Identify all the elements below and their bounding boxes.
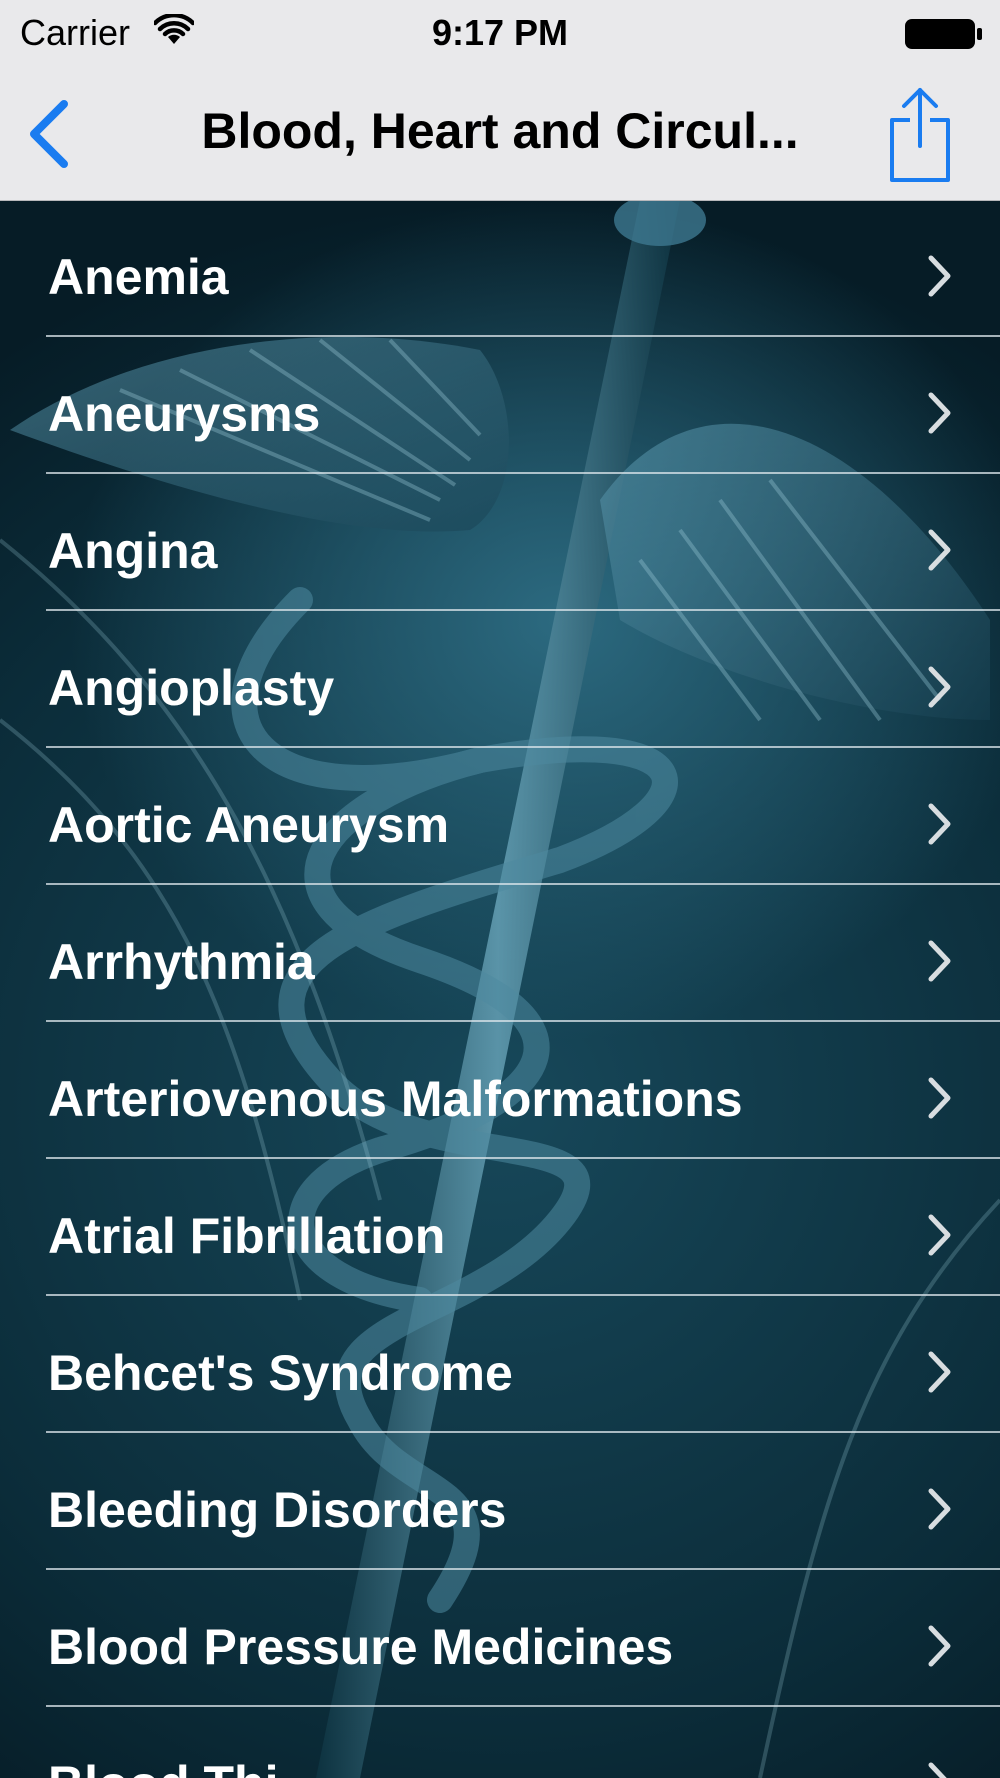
- list-item-label: Bleeding Disorders: [48, 1482, 507, 1538]
- list-item[interactable]: Behcet's Syndrome: [0, 1296, 1000, 1433]
- list-item-label: Anemia: [48, 249, 229, 305]
- topic-list: Anemia Aneurysms Angina Angioplasty Aortic A…: [0, 200, 1000, 1778]
- list-item[interactable]: Arteriovenous Malformations: [0, 1022, 1000, 1159]
- share-icon: [890, 88, 950, 182]
- list-item-label: Angina: [48, 523, 218, 579]
- list-item-label: Blood Pressure Medicines: [48, 1619, 674, 1675]
- chevron-right-icon: [928, 392, 951, 434]
- status-time: 9:17 PM: [431, 12, 569, 53]
- list-item-label: Behcet's Syndrome: [48, 1345, 513, 1401]
- list-item-label: Atrial Fibrillation: [48, 1208, 446, 1264]
- app-screen: Carrier 9:17 PM Blood, Heart and Circul.…: [0, 0, 1000, 1778]
- list-item[interactable]: Angioplasty: [0, 611, 1000, 748]
- list-item[interactable]: Atrial Fibrillation: [0, 1159, 1000, 1296]
- list-item-label: Aneurysms: [48, 386, 321, 442]
- chevron-right-icon: [928, 255, 951, 297]
- chevron-right-icon: [928, 529, 951, 571]
- chevron-right-icon: [928, 1351, 951, 1393]
- chevron-right-icon: [928, 666, 951, 708]
- battery-icon: [904, 18, 984, 57]
- list-item[interactable]: Anemia: [0, 200, 1000, 337]
- list-item[interactable]: Blood Thi: [0, 1707, 1000, 1778]
- back-button[interactable]: [18, 96, 78, 172]
- chevron-left-icon: [30, 100, 68, 168]
- navigation-bar: Blood, Heart and Circul...: [0, 66, 1000, 201]
- status-bar: Carrier 9:17 PM: [0, 0, 1000, 66]
- chevron-right-icon: [928, 1625, 951, 1667]
- list-item[interactable]: Arrhythmia: [0, 885, 1000, 1022]
- list-item-label: Blood Thi: [48, 1707, 279, 1778]
- list-item[interactable]: Bleeding Disorders: [0, 1433, 1000, 1570]
- chevron-right-icon: [928, 1214, 951, 1256]
- list-item[interactable]: Blood Pressure Medicines: [0, 1570, 1000, 1707]
- chevron-right-icon: [928, 1077, 951, 1119]
- list-item-label: Arteriovenous Malformations: [48, 1071, 743, 1127]
- list-item-label: Arrhythmia: [48, 934, 315, 990]
- list-item[interactable]: Angina: [0, 474, 1000, 611]
- chevron-right-icon: [928, 803, 951, 845]
- list-item-label: Aortic Aneurysm: [48, 797, 450, 853]
- chevron-right-icon: [928, 1762, 947, 1778]
- list-item[interactable]: Aneurysms: [0, 337, 1000, 474]
- chevron-right-icon: [928, 940, 951, 982]
- chevron-right-icon: [928, 1488, 951, 1530]
- page-title: Blood, Heart and Circul...: [201, 103, 799, 159]
- share-button[interactable]: [884, 84, 956, 184]
- list-item-label: Angioplasty: [48, 660, 335, 716]
- list-item[interactable]: Aortic Aneurysm: [0, 748, 1000, 885]
